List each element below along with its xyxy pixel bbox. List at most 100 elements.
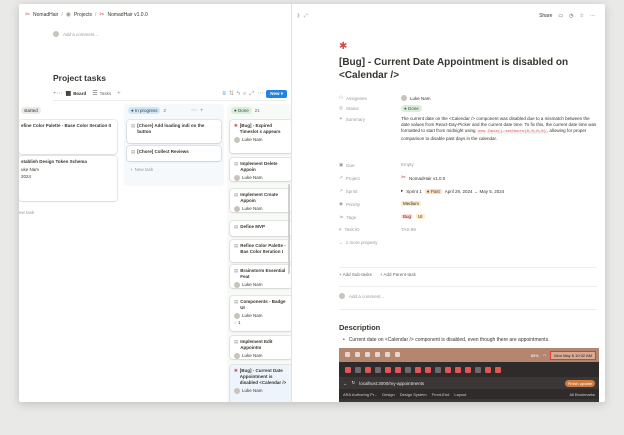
bookmark: ARA Authoring Pr... [343,391,378,397]
more-properties[interactable]: ⌄ 1 more property [339,240,597,250]
comment-icon[interactable]: ▭ [558,13,563,19]
more-icon[interactable]: ⋯ [191,108,197,114]
divider [339,267,597,268]
task-card[interactable]: ▤ Implement Edit Appointm Luke Nam [230,336,291,359]
card-title: ✱ [Bug] - Current Date Appointment is dis… [234,368,288,386]
document-icon: ▤ [234,224,239,229]
sprint-badge: ● Past [424,188,442,194]
open-full-page-icon[interactable]: ⤢ [304,13,308,19]
task-card[interactable]: ▤ [Chore] Collect Reviews [127,146,221,161]
property-status[interactable]: ◎ Status ● Done [339,105,597,116]
embedded-screenshot[interactable]: 80% ◠ Mon May 6 10:32 AM ← ↻ localhost:3… [339,348,599,402]
comment-row[interactable]: Add a comment... [53,31,98,37]
column-header-done[interactable]: ● Done 21 [231,107,260,114]
battery-text: 80% [530,352,539,358]
new-task-button[interactable]: + New task [130,167,153,172]
lightning-icon[interactable]: ϟ [237,91,240,97]
more-views-icon[interactable]: ⋯ [57,91,63,97]
document-icon: ▤ [131,123,136,128]
avatar [234,206,240,212]
breadcrumb-workspace[interactable]: NomadHair [33,12,58,18]
task-card[interactable]: ▤ Components - Badge UI Luke Nam ◌ 1 [230,296,291,331]
task-card[interactable]: stablish Design Token Schema uke Nam 202… [19,156,117,201]
property-task-id[interactable]: # Task ID TAS-89 [339,227,597,240]
property-priority[interactable]: ◉ Priority Medium [339,201,597,214]
card-title: efine Color Palette - Base Color Iterati… [21,123,112,128]
sprint-name[interactable]: Sprint 1 [406,189,422,194]
bug-icon: ✱ [234,368,238,373]
project-page: ✂ NomadHair / ◉ Projects / ✂ NomadHair v… [19,4,291,402]
card-title: ▤ [Chore] Collect Reviews [131,149,217,155]
clock-icon[interactable]: ◷ [569,13,573,19]
tab-favicon [385,366,391,373]
task-card[interactable]: ✱ [Bug] - Expired Timeslot s appears Luke… [230,120,291,153]
search-icon[interactable]: ⌕ [243,91,246,97]
property-project[interactable]: ↗ Project ✂ NomadHair v1.0.0 [339,175,597,188]
task-card[interactable]: efine Color Palette - Base Color Iterati… [19,120,117,154]
page-title[interactable]: [Bug] - Current Date Appointment is disa… [339,56,594,82]
card-title: ▤ Components - Badge UI [234,299,288,311]
new-button[interactable]: New ▾ [266,89,287,98]
comment-placeholder[interactable]: Add a comment... [63,32,98,37]
avatar [234,313,240,319]
sort-icon[interactable]: ⇅ [229,91,234,97]
priority-badge: Medium [401,201,422,206]
comment-row[interactable]: Add a comment... [339,293,384,299]
property-label-text: Due [346,162,355,168]
project-name[interactable]: NomadHair v1.0.0 [409,176,445,181]
tab-favicon [415,366,421,373]
property-label-text: Task ID [344,227,360,232]
scrollbar[interactable] [288,184,290,274]
relation-actions: + Add Sub-tasks + Add Parent-task [339,272,416,277]
column-count: 2 [163,108,166,113]
breadcrumb-page[interactable]: NomadHair v1.0.0 [107,12,147,18]
star-icon[interactable]: ☆ [580,13,584,19]
filter-icon[interactable]: ≡ [222,91,226,97]
task-card[interactable]: ▤ Define MVP [230,221,291,236]
avatar [53,31,59,37]
more-icon[interactable]: ⋯ [590,13,595,19]
property-sprint[interactable]: ↗ Sprint ▸ Sprint 1 ● Past April 29, 2024 → … [339,188,597,201]
divider [339,309,597,310]
task-card[interactable]: ▤ Brainstorm Essential Feat Luke Nam [230,265,291,288]
panel-actions: Share ▭ ◷ ☆ ⋯ [539,13,595,19]
breadcrumb-projects[interactable]: Projects [74,12,92,18]
breadcrumb-separator: / [95,12,97,18]
card-title: ▤ [Chore] Add loading indi on the button [131,123,217,135]
description-bullet[interactable]: • Current date on <Calendar /> component… [343,337,549,343]
property-tags[interactable]: ≔ Tags Bug UI [339,214,597,227]
task-card[interactable]: ▤ Implement Create Appoin Luke Nam [230,189,291,212]
bug-icon[interactable]: ✱ [339,41,347,52]
tab-tasks[interactable]: ☰ Tasks [92,91,111,97]
card-title: ✱ [Bug] - Expired Timeslot s appears [234,123,288,135]
add-icon[interactable]: + [200,108,204,114]
tab-board[interactable]: ▦ Board [66,91,87,97]
column-header-not-started[interactable]: started [21,107,41,114]
property-value: Luke Nam [401,95,597,101]
new-task-button[interactable]: ew task [19,210,34,215]
column-header-in-progress[interactable]: ● In progress 2 ⋯ + [128,107,204,114]
reload-icon: ↻ [351,380,356,385]
tab-tasks-label: Tasks [99,91,112,96]
property-summary[interactable]: ✦ Summary The current date on the <Calend… [339,116,597,162]
card-title-text: [Bug] - Current Date Appointment is disa… [239,368,287,385]
bullet-dot: • [343,337,345,343]
property-label: ◎ Status [339,105,401,111]
close-panel-icon[interactable]: ⟫ [297,13,300,19]
task-card[interactable]: ▤ [Chore] Add loading indi on the button [127,120,221,143]
scissors-icon: ✂ [99,12,105,18]
add-tab-icon[interactable]: + [117,91,121,97]
task-card[interactable]: ▤ Refine Color Palette - Bas Color Iterat… [230,240,291,262]
share-button[interactable]: Share [539,13,552,19]
add-subtasks-button[interactable]: + Add Sub-tasks [339,272,372,277]
card-assignee-name: Luke Nam [242,353,263,358]
expand-icon[interactable]: ⤢ [249,91,254,97]
task-card-selected[interactable]: ✱ [Bug] - Current Date Appointment is dis… [230,365,291,402]
avatar [234,175,240,181]
more-icon[interactable]: ⋯ [257,91,263,97]
property-due[interactable]: ▣ Due Empty [339,162,597,175]
add-parent-button[interactable]: + Add Parent-task [380,272,416,277]
property-assignees[interactable]: ⚇ Assignees Luke Nam [339,95,597,105]
comment-placeholder[interactable]: Add a comment... [349,294,384,299]
task-card[interactable]: ▤ Implement Delete Appoin Luke Nam [230,158,291,181]
